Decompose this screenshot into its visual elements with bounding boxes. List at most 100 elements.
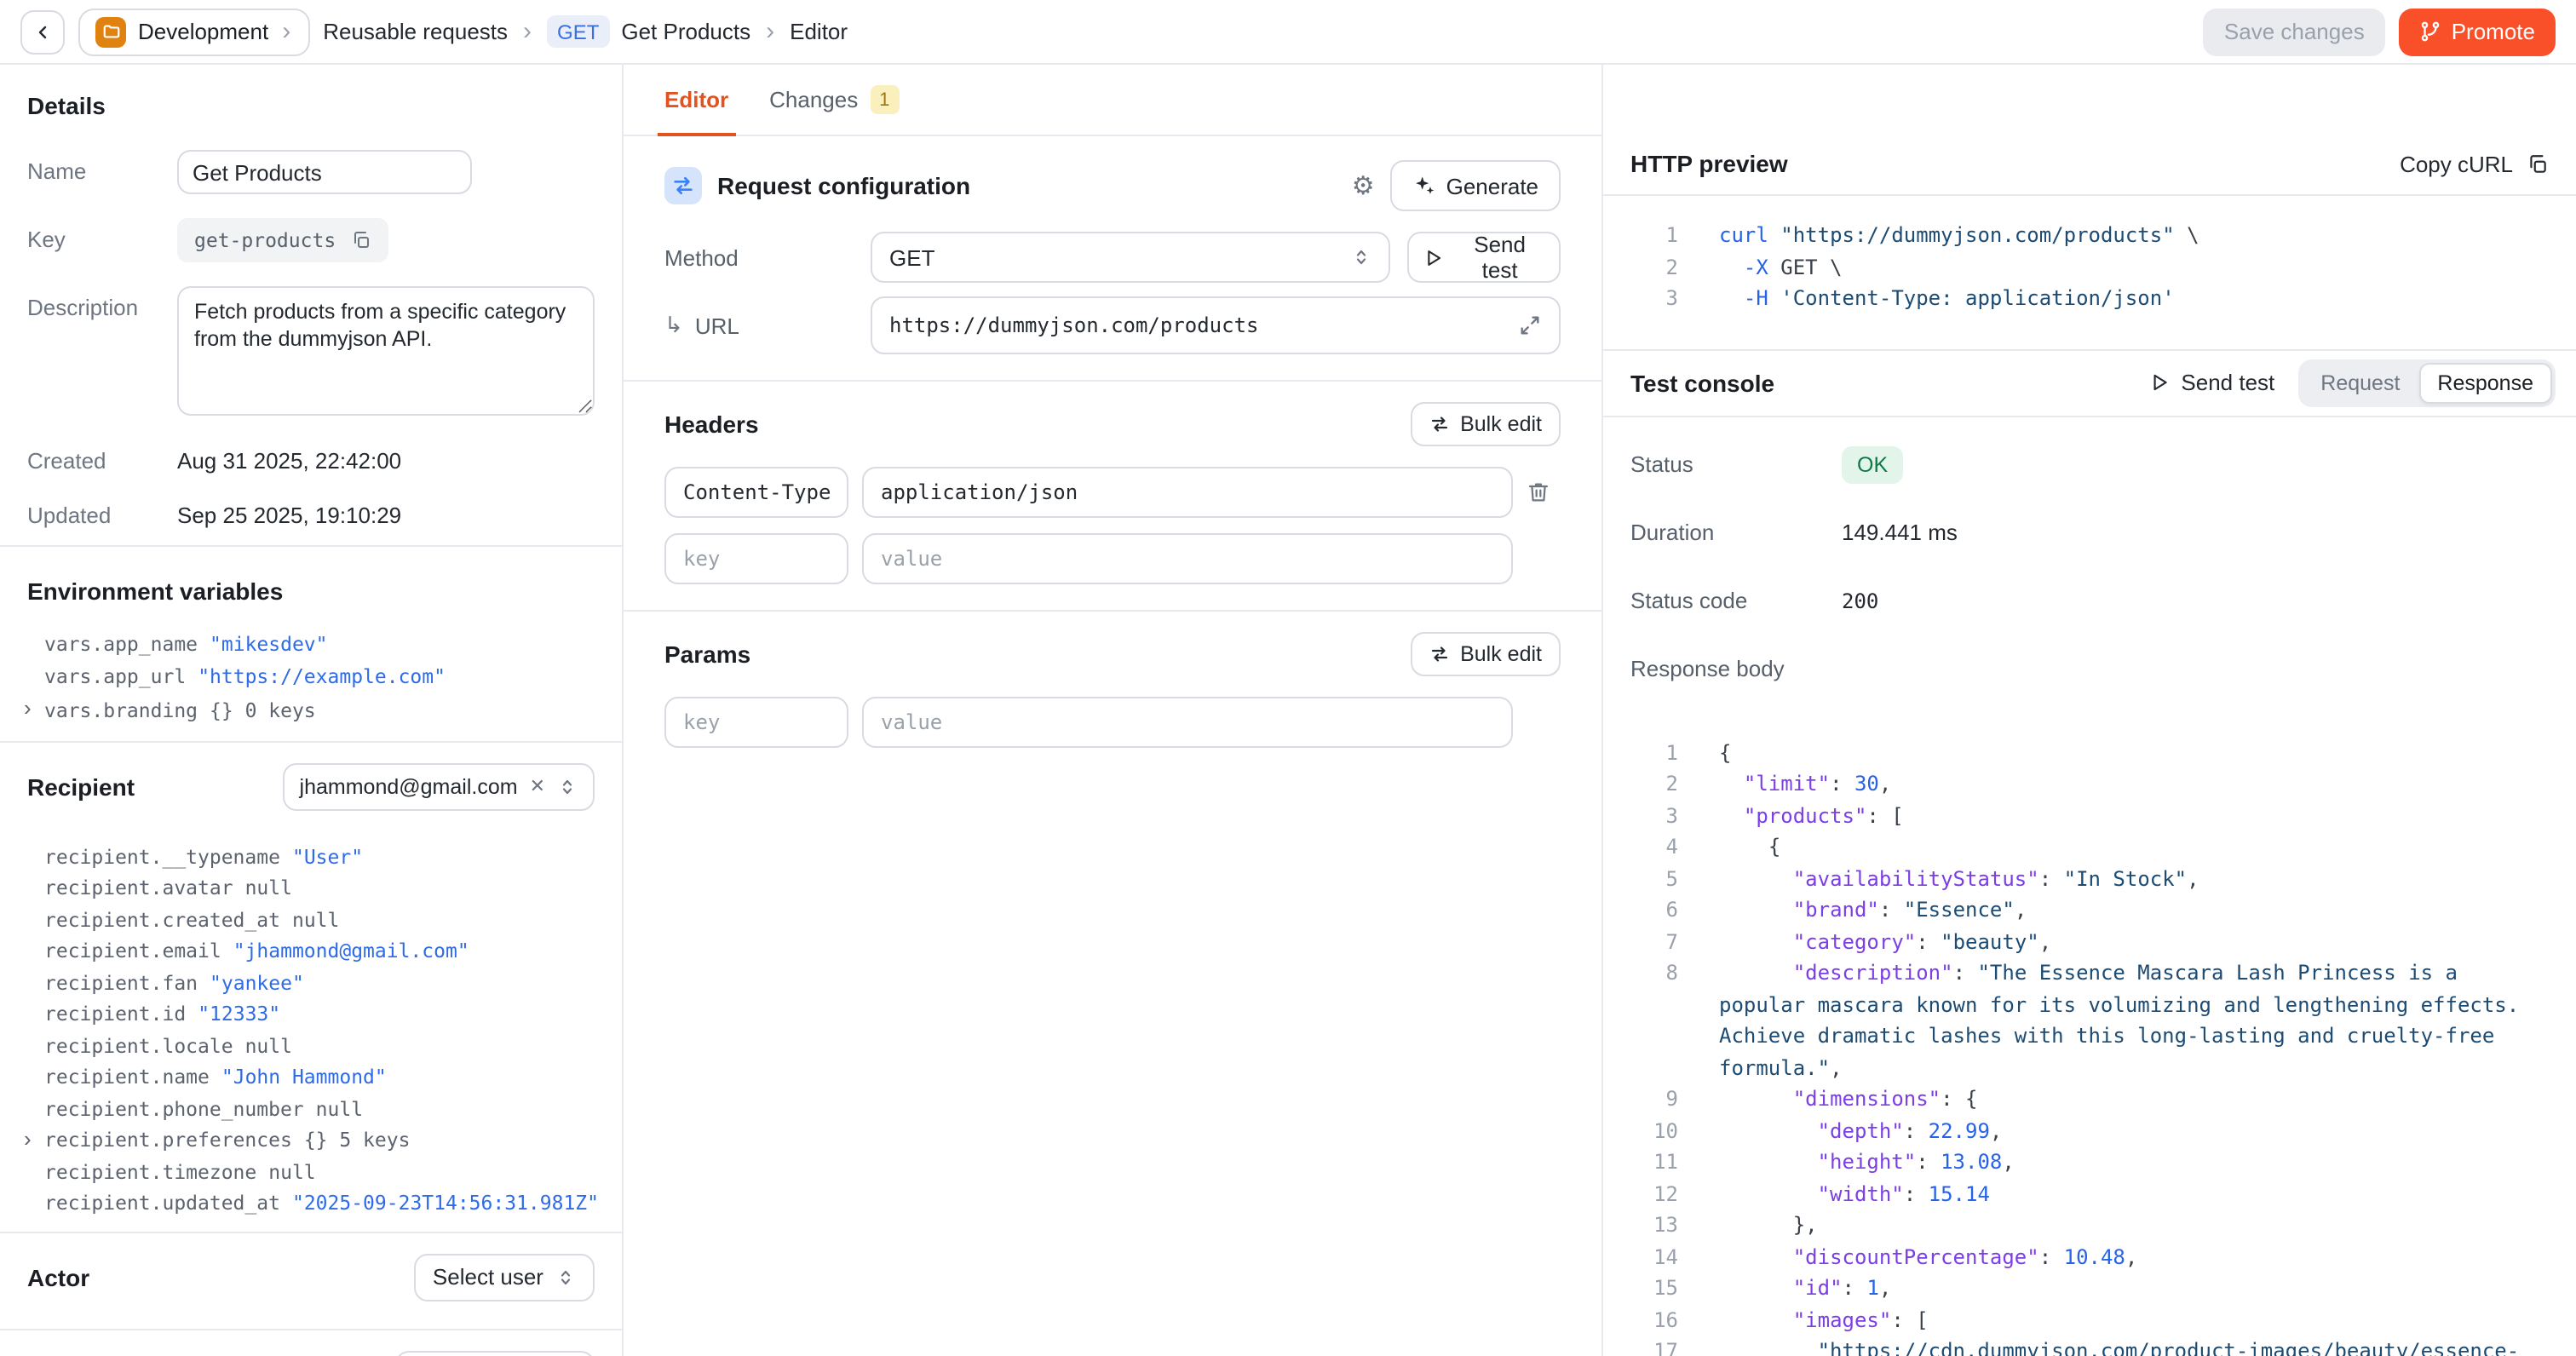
tenant-row: Tenant Select tenant bbox=[27, 1350, 595, 1356]
play-icon bbox=[1423, 246, 1444, 268]
status-badge: OK bbox=[1842, 445, 1903, 483]
editor-panel: Editor Changes 1 Request configuration ⚙ bbox=[624, 65, 1603, 1356]
console-send-test-button[interactable]: Send test bbox=[2148, 370, 2274, 395]
actor-title: Actor bbox=[27, 1263, 89, 1290]
header-value-input[interactable] bbox=[862, 533, 1513, 584]
changes-count-badge: 1 bbox=[870, 85, 899, 114]
variable-value: "User" bbox=[292, 845, 363, 869]
gear-icon[interactable]: ⚙ bbox=[1352, 170, 1375, 201]
breadcrumb-request[interactable]: GET Get Products bbox=[547, 15, 750, 48]
header-key-input[interactable] bbox=[664, 467, 848, 518]
variable-value: null bbox=[316, 1097, 363, 1121]
line-number: 16 bbox=[1603, 1304, 1678, 1336]
tab-editor[interactable]: Editor bbox=[664, 65, 728, 135]
code-line: 13 }, bbox=[1603, 1209, 2576, 1241]
breadcrumb-section[interactable]: Reusable requests bbox=[323, 19, 508, 44]
param-key-input[interactable] bbox=[664, 697, 848, 748]
request-configuration-title: Request configuration bbox=[717, 172, 1337, 199]
environment-title: Environment variables bbox=[27, 577, 595, 605]
variable-value: "2025-09-23T14:56:31.981Z" bbox=[292, 1192, 599, 1215]
url-input[interactable] bbox=[889, 313, 1518, 337]
variable-value: null bbox=[245, 1034, 292, 1058]
chevron-right-icon: › bbox=[764, 19, 776, 44]
copy-key-button[interactable] bbox=[351, 230, 371, 250]
test-console-title: Test console bbox=[1630, 369, 2125, 396]
variable-row: recipient.avatarnull bbox=[27, 872, 595, 904]
code-line: 9 "dimensions": { bbox=[1603, 1083, 2576, 1115]
variable-row: recipient.__typename"User" bbox=[27, 841, 595, 872]
response-body-label: Response body bbox=[1630, 656, 1842, 681]
variable-value: {} 0 keys bbox=[210, 698, 316, 722]
headers-section: Headers Bulk edit bbox=[624, 382, 1601, 610]
request-configuration-header: Request configuration ⚙ Generate bbox=[664, 160, 1561, 211]
method-select[interactable]: GET bbox=[871, 232, 1390, 283]
generate-button[interactable]: Generate bbox=[1390, 160, 1561, 211]
expand-button[interactable] bbox=[1518, 313, 1542, 337]
back-button[interactable] bbox=[20, 9, 65, 54]
actor-select[interactable]: Select user bbox=[414, 1253, 595, 1301]
request-tab[interactable]: Request bbox=[2302, 362, 2418, 403]
variable-row: ›vars.branding{} 0 keys bbox=[27, 693, 595, 727]
variable-row: recipient.email"jhammond@gmail.com" bbox=[27, 935, 595, 967]
promote-button[interactable]: Promote bbox=[2399, 8, 2556, 55]
variable-key: recipient.fan bbox=[44, 971, 198, 995]
variable-key: recipient.phone_number bbox=[44, 1097, 304, 1121]
details-section: Details Name Key get-products Descripti bbox=[0, 65, 622, 528]
save-changes-button[interactable]: Save changes bbox=[2204, 8, 2385, 55]
line-number: 1 bbox=[1603, 220, 1678, 251]
header-key-input[interactable] bbox=[664, 533, 848, 584]
copy-curl-button[interactable]: Copy cURL bbox=[2400, 151, 2549, 176]
code-line: 3 -H 'Content-Type: application/json' bbox=[1603, 283, 2576, 314]
variable-key: recipient.id bbox=[44, 1003, 186, 1026]
swap-arrows-icon bbox=[664, 167, 702, 204]
chevron-up-down-icon bbox=[557, 776, 578, 796]
promote-label: Promote bbox=[2452, 19, 2535, 44]
expand-chevron-icon[interactable]: › bbox=[24, 695, 32, 721]
code-line: 2 -X GET \ bbox=[1603, 251, 2576, 283]
code-line: 3 "products": [ bbox=[1603, 800, 2576, 831]
duration-value: 149.441 ms bbox=[1842, 520, 1958, 545]
variable-row: recipient.phone_number null bbox=[27, 1093, 595, 1124]
key-chip: get-products bbox=[177, 218, 388, 262]
duration-row: Duration 149.441 ms bbox=[1630, 498, 2549, 566]
params-bulk-edit-button[interactable]: Bulk edit bbox=[1411, 632, 1561, 676]
http-preview-title: HTTP preview bbox=[1630, 150, 1788, 177]
line-number: 9 bbox=[1603, 1083, 1678, 1115]
line-number: 3 bbox=[1603, 800, 1678, 831]
created-row: Created Aug 31 2025, 22:42:00 bbox=[27, 440, 595, 474]
headers-title: Headers bbox=[664, 411, 759, 438]
response-tab[interactable]: Response bbox=[2418, 362, 2552, 403]
params-section: Params Bulk edit bbox=[624, 612, 1601, 773]
param-value-input[interactable] bbox=[862, 697, 1513, 748]
expand-chevron-icon[interactable]: › bbox=[24, 1126, 32, 1152]
line-number: 1 bbox=[1603, 737, 1678, 768]
code-line: 8 "description": "The Essence Mascara La… bbox=[1603, 957, 2576, 1083]
swap-icon bbox=[1429, 414, 1450, 434]
variable-key: recipient.email bbox=[44, 939, 221, 963]
description-textarea[interactable]: Fetch products from a specific category … bbox=[177, 286, 595, 416]
copy-icon bbox=[351, 230, 371, 250]
tab-changes[interactable]: Changes 1 bbox=[769, 65, 899, 135]
tenant-select[interactable]: Select tenant bbox=[395, 1350, 595, 1356]
recipient-combobox[interactable]: jhammond@gmail.com ✕ bbox=[283, 762, 595, 810]
created-label: Created bbox=[27, 440, 177, 474]
headers-bulk-edit-button[interactable]: Bulk edit bbox=[1411, 402, 1561, 446]
project-switcher[interactable]: Development › bbox=[78, 8, 309, 55]
send-test-button[interactable]: Send test bbox=[1407, 232, 1561, 283]
header-value-input[interactable] bbox=[862, 467, 1513, 518]
name-input[interactable] bbox=[177, 150, 472, 194]
request-response-toggle: Request Response bbox=[2298, 359, 2556, 406]
variable-key: recipient.updated_at bbox=[44, 1192, 280, 1215]
method-badge: GET bbox=[547, 15, 609, 48]
variable-value: null bbox=[268, 1160, 315, 1184]
delete-header-button[interactable] bbox=[1527, 480, 1561, 504]
details-title: Details bbox=[27, 92, 595, 119]
code-line: 5 "availabilityStatus": "In Stock", bbox=[1603, 863, 2576, 894]
code-line: 6 "brand": "Essence", bbox=[1603, 894, 2576, 926]
variable-key: recipient.timezone bbox=[44, 1160, 256, 1184]
generate-label: Generate bbox=[1446, 173, 1538, 198]
params-bulk-edit-label: Bulk edit bbox=[1460, 642, 1542, 666]
variable-row: recipient.fan"yankee" bbox=[27, 967, 595, 998]
clear-icon[interactable]: ✕ bbox=[530, 775, 545, 797]
app-root: Development › Reusable requests › GET Ge… bbox=[0, 0, 2576, 1356]
